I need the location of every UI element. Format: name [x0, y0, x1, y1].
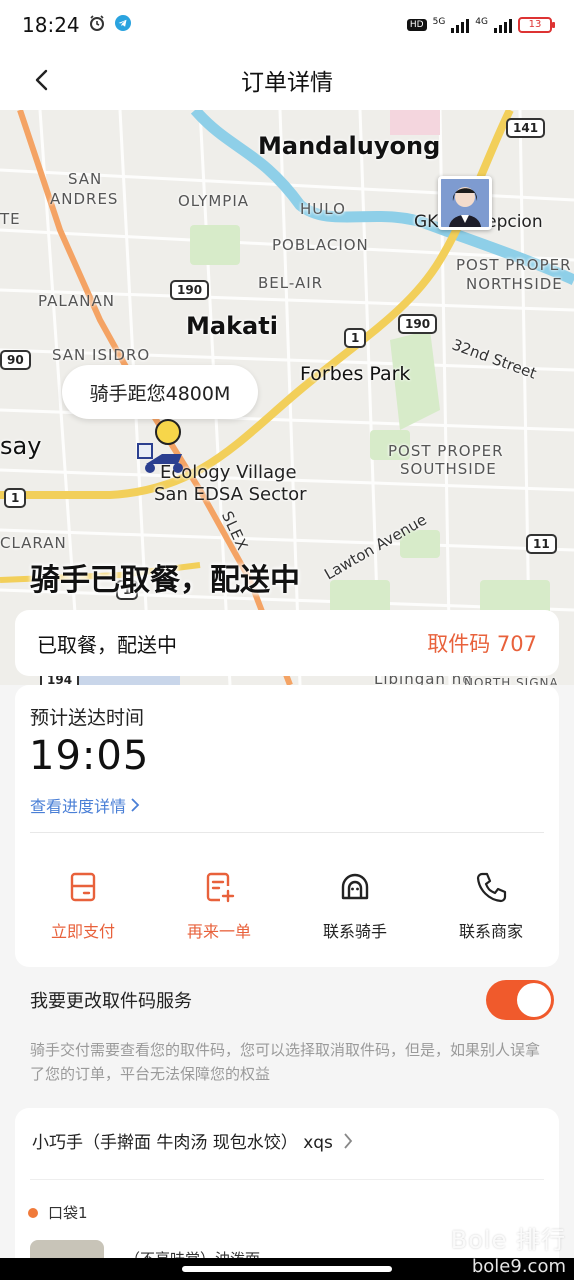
network-5g-label: 5G [432, 17, 446, 27]
map-place-label: Forbes Park [300, 363, 411, 385]
eta-time: 19:05 [29, 733, 150, 779]
map-place-label: SAN ISIDRO [52, 346, 151, 364]
contact-rider-label: 联系骑手 [322, 922, 387, 941]
shop-name: 小巧手（手擀面 牛肉汤 现包水饺） xqs [32, 1133, 333, 1153]
map-place-label: San EDSA Sector [154, 484, 307, 505]
bag-label: 口袋1 [48, 1204, 88, 1222]
pickup-code-service-row: 我要更改取件码服务 [30, 978, 554, 1022]
progress-detail-label: 查看进度详情 [30, 797, 127, 816]
road-badge: 190 [398, 314, 438, 334]
road-badge: 1 [344, 328, 367, 348]
order-status-card: 已取餐，配送中 取件码 707 [15, 610, 559, 676]
map-place-label: PALANAN [38, 292, 116, 310]
map-place-label: Makati [186, 312, 278, 340]
phone-icon [476, 872, 507, 903]
road-badge: 1 [4, 488, 27, 508]
telegram-icon [114, 14, 132, 37]
contact-rider-button[interactable]: 联系骑手 [287, 870, 423, 942]
helmet-icon [341, 873, 369, 900]
map-place-label: CLARAN [0, 534, 67, 552]
map-place-label: ANDRES [50, 190, 119, 208]
back-button[interactable] [22, 60, 62, 100]
signal-5g-icon [451, 17, 470, 33]
road-badge: 190 [170, 280, 210, 300]
map-place-label: SOUTHSIDE [400, 460, 497, 478]
map-place-label: Mandaluyong [258, 132, 441, 160]
signal-4g-icon [494, 17, 512, 33]
pay-icon [70, 872, 96, 902]
pay-now-label: 立即支付 [50, 922, 115, 941]
shop-name-link[interactable]: 小巧手（手擀面 牛肉汤 现包水饺） xqs [32, 1128, 353, 1153]
map-place-label: BEL-AIR [258, 274, 324, 292]
map-place-label: HULO [300, 200, 346, 218]
divider [30, 1179, 544, 1180]
status-time: 18:24 [22, 13, 80, 37]
page-title: 订单详情 [241, 70, 333, 96]
map-place-label: OLYMPIA [178, 192, 250, 210]
home-indicator[interactable] [182, 1266, 392, 1272]
road-badge: 11 [526, 534, 557, 554]
bag-dot-icon [28, 1207, 38, 1218]
progress-detail-link[interactable]: 查看进度详情 [30, 793, 140, 817]
contact-merchant-label: 联系商家 [458, 922, 523, 941]
rider-scooter-icon [134, 418, 188, 474]
status-bar: 18:24 HD 5G 4G 13 [0, 0, 574, 50]
pickup-code: 取件码 707 [427, 632, 537, 656]
rider-distance-bubble: 骑手距您4800M [62, 365, 258, 419]
eta-label: 预计送达时间 [30, 707, 145, 729]
alarm-icon [88, 14, 106, 37]
map-place-label: POBLACION [272, 236, 369, 254]
watermark-url: bole9.com [471, 1256, 566, 1277]
contact-merchant-button[interactable]: 联系商家 [423, 870, 559, 942]
pay-now-button[interactable]: 立即支付 [15, 870, 151, 942]
chevron-right-icon [131, 798, 140, 812]
chevron-left-icon [35, 69, 48, 91]
hd-badge: HD [406, 19, 427, 31]
reorder-label: 再来一单 [186, 922, 251, 941]
map-place-label: SAN [68, 170, 103, 188]
map-place-label: POST PROPER [456, 256, 572, 274]
reorder-button[interactable]: 再来一单 [151, 870, 287, 942]
delivery-headline: 骑手已取餐，配送中 [30, 563, 300, 598]
delivery-map[interactable]: Mandaluyong Makati Forbes Park SAN ANDRE… [0, 110, 574, 685]
map-place-label: NORTH SIGNA [464, 676, 559, 685]
action-bar: 立即支付 再来一单 联系骑手 联系商家 [15, 870, 559, 942]
bag-row: 口袋1 [28, 1202, 88, 1223]
road-badge: 90 [0, 350, 31, 370]
network-4g-label: 4G [475, 17, 488, 27]
order-status-text: 已取餐，配送中 [37, 632, 177, 657]
nav-header: 订单详情 [0, 50, 574, 110]
battery-icon: 13 [518, 17, 555, 33]
toggle-knob [517, 983, 551, 1017]
map-place-label: NORTHSIDE [466, 275, 563, 293]
order-detail-screen: 18:24 HD 5G 4G 13 订单详情 Mandaluyong Makat… [0, 0, 574, 1280]
reorder-icon [206, 872, 235, 903]
map-place-label: TE [0, 210, 21, 228]
pickup-code-service-title: 我要更改取件码服务 [30, 991, 192, 1012]
customer-avatar [438, 176, 492, 230]
pickup-code-toggle[interactable] [486, 980, 554, 1020]
map-place-label: say [0, 432, 42, 460]
map-place-label: POST PROPER [388, 442, 504, 460]
eta-card: 预计送达时间 19:05 查看进度详情 立即支付 再来一单 联系骑手 联系商家 [15, 685, 559, 967]
divider [30, 832, 544, 833]
pickup-code-service-note: 骑手交付需要查看您的取件码，您可以选择取消取件码，但是，如果别人误拿了您的订单，… [30, 1041, 541, 1083]
chevron-right-icon [344, 1132, 353, 1149]
road-badge: 141 [506, 118, 546, 138]
watermark: Bole 排行 [450, 1226, 566, 1254]
